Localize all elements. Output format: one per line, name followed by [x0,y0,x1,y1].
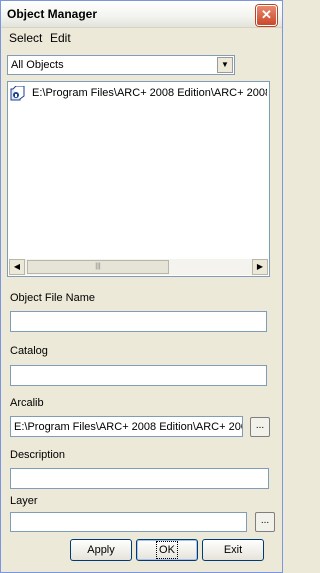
description-label: Description [10,449,66,461]
window-title: Object Manager [7,7,98,21]
object-list[interactable]: E:\Program Files\ARC+ 2008 Edition\ARC+ … [7,81,270,277]
close-button[interactable]: ✕ [256,5,277,26]
ok-button[interactable]: OK [136,539,198,561]
arcalib-value: E:\Program Files\ARC+ 2008 Edition\ARC+ … [14,421,242,433]
object-file-name-field[interactable] [10,311,267,332]
menu-bar: Select Edit [1,29,282,47]
catalog-label: Catalog [10,345,48,357]
apply-button[interactable]: Apply [70,539,132,561]
catalog-field[interactable] [10,365,267,386]
object-manager-window: Object Manager ✕ Select Edit All Objects… [0,0,283,573]
description-field[interactable] [10,468,269,489]
menu-select[interactable]: Select [9,31,42,45]
object-filter-value: All Objects [11,59,64,71]
arcalib-field[interactable]: E:\Program Files\ARC+ 2008 Edition\ARC+ … [10,416,243,437]
scroll-thumb[interactable]: ||| [27,260,169,274]
layer-label: Layer [10,495,38,507]
ok-button-label: OK [156,541,178,559]
scroll-left-icon[interactable]: ◀ [9,259,25,275]
list-item[interactable]: E:\Program Files\ARC+ 2008 Edition\ARC+ … [10,86,267,102]
horizontal-scrollbar[interactable]: ◀ ||| ▶ [9,259,268,275]
list-item-path: E:\Program Files\ARC+ 2008 Edition\ARC+ … [32,87,267,99]
object-icon [10,86,25,101]
arcalib-label: Arcalib [10,397,44,409]
layer-field[interactable] [10,512,247,532]
menu-edit[interactable]: Edit [50,31,71,45]
dropdown-arrow-icon[interactable]: ▼ [217,57,233,73]
layer-browse-button[interactable]: ... [255,512,275,532]
object-file-name-label: Object File Name [10,292,95,304]
object-filter-dropdown[interactable]: All Objects ▼ [7,55,235,75]
title-bar[interactable]: Object Manager ✕ [1,1,282,28]
arcalib-browse-button[interactable]: ... [250,417,270,437]
exit-button[interactable]: Exit [202,539,264,561]
scroll-right-icon[interactable]: ▶ [252,259,268,275]
